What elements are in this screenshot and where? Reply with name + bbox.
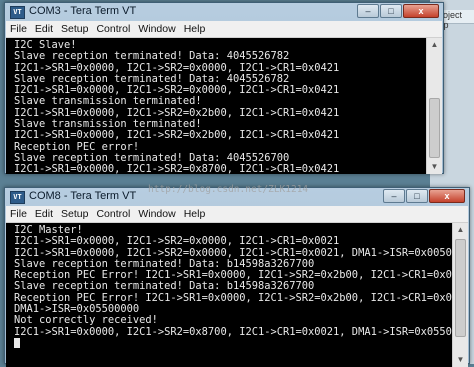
watermark: http://blog.csdn.net/ZLK1214: [148, 184, 309, 195]
terminal-cursor-line: [6, 337, 468, 349]
menu-setup[interactable]: Setup: [57, 206, 92, 222]
com3-menubar: File Edit Setup Control Window Help: [6, 21, 442, 38]
menu-control[interactable]: Control: [92, 206, 134, 222]
teraterm-app-icon[interactable]: VT: [10, 191, 25, 204]
menu-file[interactable]: File: [6, 21, 31, 37]
com8-scrollbar[interactable]: ▲ ▼: [452, 223, 468, 367]
menu-control[interactable]: Control: [92, 21, 134, 37]
com3-terminal[interactable]: I2C Slave! Slave reception terminated! D…: [6, 38, 442, 174]
menu-window[interactable]: Window: [134, 206, 179, 222]
menu-help[interactable]: Help: [180, 21, 210, 37]
menu-setup[interactable]: Setup: [57, 21, 92, 37]
close-button[interactable]: x: [403, 4, 439, 18]
menu-edit[interactable]: Edit: [31, 206, 57, 222]
maximize-button[interactable]: □: [406, 189, 428, 203]
maximize-button[interactable]: □: [380, 4, 402, 18]
com3-window-controls: – □ x: [357, 4, 439, 18]
menu-edit[interactable]: Edit: [31, 21, 57, 37]
scroll-down-arrow-icon[interactable]: ▼: [453, 353, 468, 367]
terminal-line: I2C1->SR1=0x0000, I2C1->SR2=0x2b00, I2C1…: [14, 129, 340, 142]
menu-window[interactable]: Window: [134, 21, 179, 37]
com3-window-title: COM3 - Tera Term VT: [29, 5, 137, 17]
terminal-line: I2C1->SR1=0x0000, I2C1->SR2=0x8700, I2C1…: [14, 325, 468, 338]
com3-scrollbar[interactable]: ▲ ▼: [426, 38, 442, 174]
com8-window[interactable]: VT COM8 - Tera Term VT – □ x File Edit S…: [4, 187, 470, 367]
minimize-button[interactable]: –: [383, 189, 405, 203]
close-button[interactable]: x: [429, 189, 465, 203]
terminal-line: I2C1->SR1=0x0000, I2C1->SR2=0x8700, I2C1…: [14, 163, 340, 174]
terminal-line: I2C1->SR1=0x0000, I2C1->SR2=0x0000, I2C1…: [14, 235, 340, 248]
minimize-button[interactable]: –: [357, 4, 379, 18]
com8-terminal[interactable]: I2C Master! I2C1->SR1=0x0000, I2C1->SR2=…: [6, 223, 468, 367]
com8-window-title: COM8 - Tera Term VT: [29, 190, 137, 202]
scroll-down-arrow-icon[interactable]: ▼: [427, 160, 442, 174]
menu-help[interactable]: Help: [180, 206, 210, 222]
com3-titlebar[interactable]: VT COM3 - Tera Term VT – □ x: [5, 3, 443, 21]
com8-window-controls: – □ x: [383, 189, 465, 203]
com8-menubar: File Edit Setup Control Window Help: [6, 206, 468, 223]
com3-window[interactable]: VT COM3 - Tera Term VT – □ x File Edit S…: [4, 2, 444, 174]
scrollbar-thumb[interactable]: [429, 98, 440, 158]
teraterm-app-icon[interactable]: VT: [10, 6, 25, 19]
terminal-cursor: [14, 337, 20, 348]
terminal-line: Slave reception terminated! Data: 404552…: [14, 50, 290, 63]
scroll-up-arrow-icon[interactable]: ▲: [453, 223, 468, 237]
terminal-line: Not correctly received!: [14, 314, 158, 327]
menu-file[interactable]: File: [6, 206, 31, 222]
scroll-up-arrow-icon[interactable]: ▲: [427, 38, 442, 52]
scrollbar-thumb[interactable]: [455, 239, 466, 337]
